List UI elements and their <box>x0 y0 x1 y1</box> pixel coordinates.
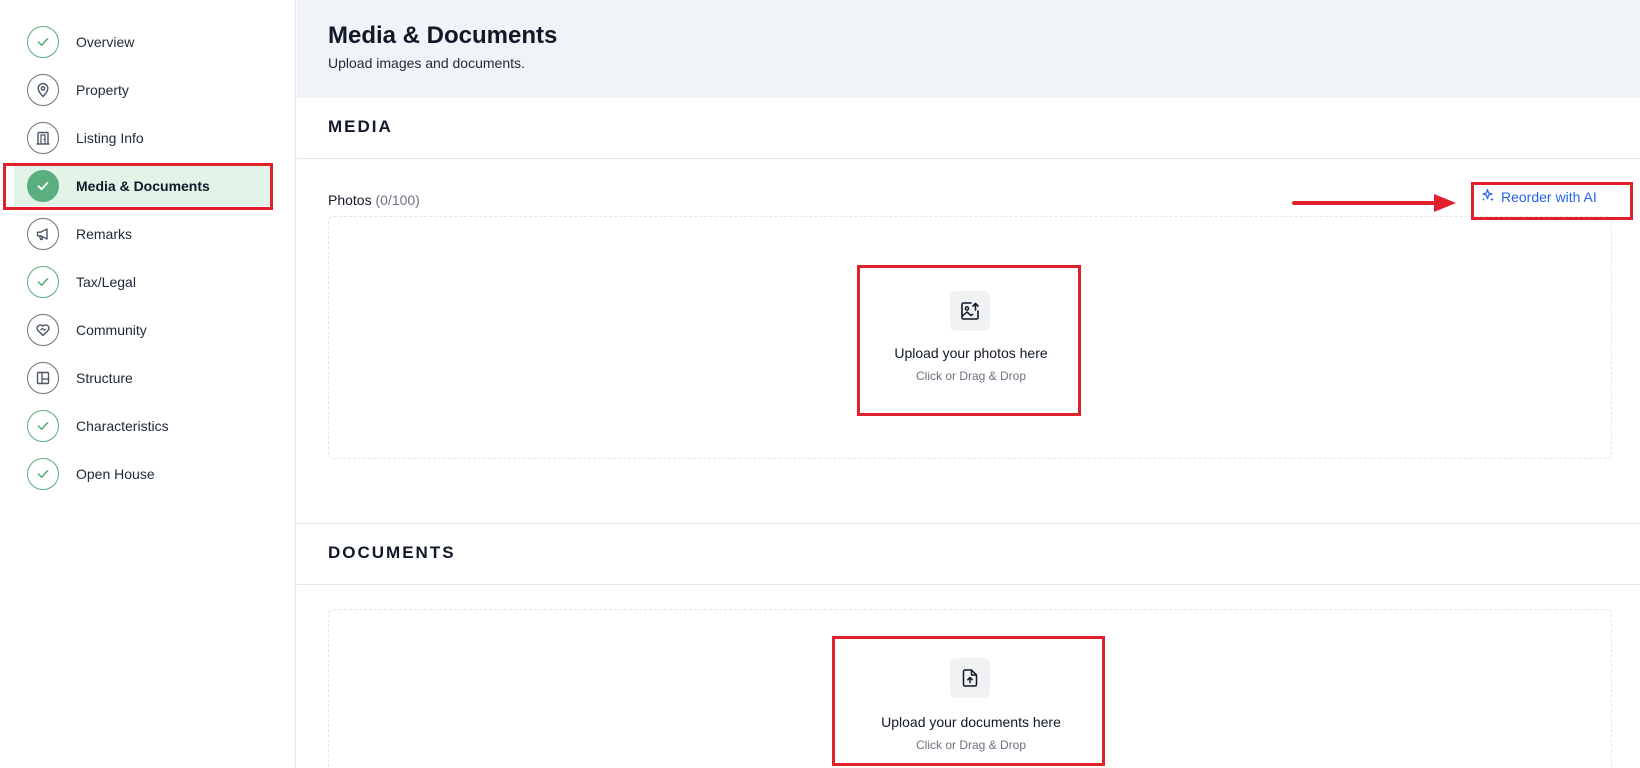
check-icon <box>27 266 59 298</box>
sidebar-item-remarks[interactable]: Remarks <box>14 214 270 254</box>
sidebar-item-label: Remarks <box>76 226 133 242</box>
main-content: Media & Documents Upload images and docu… <box>297 0 1640 768</box>
sidebar-item-characteristics[interactable]: Characteristics <box>14 406 270 446</box>
sidebar-item-label: Tax/Legal <box>76 274 136 290</box>
sidebar-item-tax-legal[interactable]: Tax/Legal <box>14 262 270 302</box>
file-upload-icon <box>950 658 990 698</box>
sidebar-item-label: Overview <box>76 34 135 50</box>
media-section-title: MEDIA <box>328 117 393 136</box>
sidebar-item-label: Media & Documents <box>76 178 210 194</box>
sidebar-item-media-documents[interactable]: Media & Documents <box>14 166 270 206</box>
sidebar-item-label: Structure <box>76 370 133 386</box>
reorder-with-ai-label: Reorder with AI <box>1501 188 1597 205</box>
sidebar-item-label: Community <box>76 322 147 338</box>
page-header: Media & Documents Upload images and docu… <box>297 0 1640 98</box>
app-window: Overview Property Listing Info Media & D… <box>0 0 1640 768</box>
sidebar-item-label: Open House <box>76 466 155 482</box>
photo-dropzone[interactable]: Upload your photos here Click or Drag & … <box>328 216 1612 459</box>
map-pin-icon <box>27 74 59 106</box>
sparkles-icon <box>1481 188 1495 205</box>
photos-label-text: Photos <box>328 192 372 208</box>
megaphone-icon <box>27 218 59 250</box>
photos-label: Photos (0/100) <box>328 192 420 208</box>
section-divider <box>297 584 1640 585</box>
check-icon <box>27 410 59 442</box>
section-divider <box>297 158 1640 159</box>
door-icon <box>27 122 59 154</box>
document-upload-title: Upload your documents here <box>881 714 1061 730</box>
documents-section-title: DOCUMENTS <box>328 543 456 562</box>
page-subtitle: Upload images and documents. <box>328 55 525 71</box>
heart-handshake-icon <box>27 314 59 346</box>
check-icon <box>27 26 59 58</box>
sidebar-item-overview[interactable]: Overview <box>14 22 270 62</box>
photos-count: (0/100) <box>375 192 420 208</box>
image-upload-icon <box>950 291 990 331</box>
check-icon <box>27 458 59 490</box>
floorplan-icon <box>27 362 59 394</box>
sidebar-item-open-house[interactable]: Open House <box>14 454 270 494</box>
sidebar: Overview Property Listing Info Media & D… <box>0 0 296 768</box>
photo-upload-title: Upload your photos here <box>894 345 1048 361</box>
page-title: Media & Documents <box>328 22 558 49</box>
sidebar-item-label: Property <box>76 82 129 98</box>
section-divider <box>297 523 1640 524</box>
sidebar-item-label: Listing Info <box>76 130 144 146</box>
sidebar-item-community[interactable]: Community <box>14 310 270 350</box>
document-upload-hint: Click or Drag & Drop <box>915 738 1027 752</box>
sidebar-item-listing-info[interactable]: Listing Info <box>14 118 270 158</box>
sidebar-item-property[interactable]: Property <box>14 70 270 110</box>
check-icon <box>27 170 59 202</box>
sidebar-item-label: Characteristics <box>76 418 169 434</box>
document-dropzone[interactable]: Upload your documents here Click or Drag… <box>328 609 1612 768</box>
reorder-with-ai-button[interactable]: Reorder with AI <box>1481 188 1597 205</box>
photo-upload-hint: Click or Drag & Drop <box>915 369 1027 383</box>
sidebar-item-structure[interactable]: Structure <box>14 358 270 398</box>
